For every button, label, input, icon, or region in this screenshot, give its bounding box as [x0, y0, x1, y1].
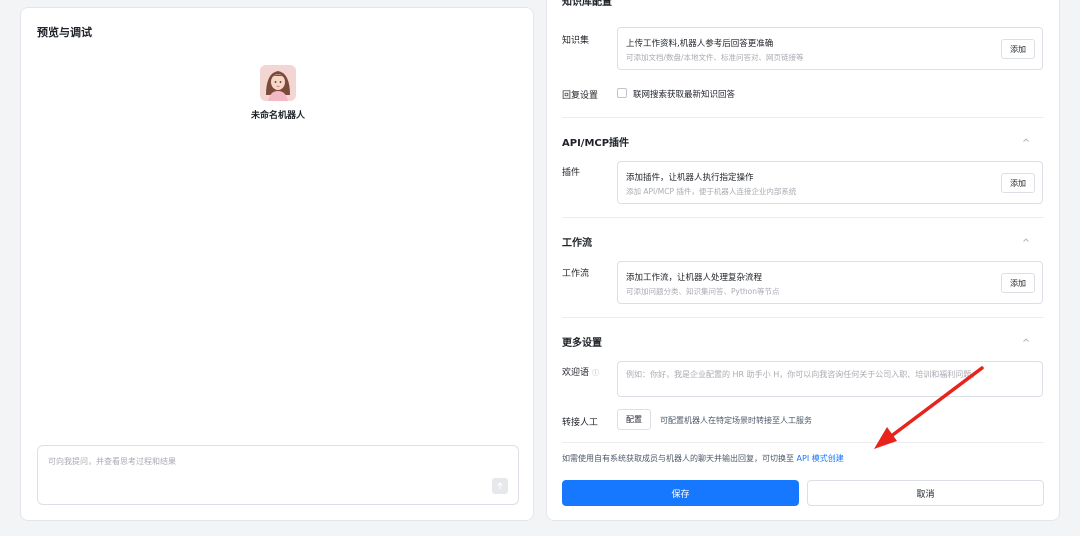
divider: [562, 117, 1044, 118]
bot-name: 未命名机器人: [250, 111, 305, 121]
bot-avatar: [260, 65, 296, 101]
api-mode-link[interactable]: API 模式创建: [797, 454, 844, 463]
web-search-checkbox-label[interactable]: 联网搜索获取最新知识回答: [633, 88, 735, 100]
knowledge-card-title: 上传工作资料,机器人参考后回答更准确: [626, 39, 774, 49]
chat-input-placeholder: 可向我提问，并查看思考过程和结果: [48, 457, 176, 466]
plugins-label: 插件: [562, 168, 581, 178]
divider: [562, 217, 1044, 218]
api-mode-note: 如需使用自有系统获取成员与机器人的聊天并输出回复，可切换至 API 模式创建: [562, 453, 844, 464]
cancel-button[interactable]: 取消: [807, 480, 1044, 506]
preview-title: 预览与调试: [37, 26, 92, 39]
knowledge-card-subtitle: 可添加文档/数盘/本地文件、标准问答对、网页链接等: [626, 53, 804, 62]
transfer-config-description: 可配置机器人在特定场景时转接至人工服务: [660, 416, 812, 425]
welcome-message-input[interactable]: 例如：你好，我是企业配置的 HR 助手小 H，你可以向我咨询任何关于公司入职、培…: [617, 361, 1043, 397]
arrow-up-icon: [497, 482, 503, 489]
knowledge-card: 上传工作资料,机器人参考后回答更准确 可添加文档/数盘/本地文件、标准问答对、网…: [617, 27, 1043, 70]
workflow-card-title: 添加工作流，让机器人处理复杂流程: [626, 273, 763, 283]
workflow-add-button[interactable]: 添加: [1001, 273, 1035, 293]
plugins-card-subtitle: 添加 API/MCP 插件，便于机器人连接企业内部系统: [626, 187, 797, 196]
config-panel: 知识库配置 知识集 上传工作资料,机器人参考后回答更准确 可添加文档/数盘/本地…: [546, 0, 1060, 521]
send-button[interactable]: [492, 478, 508, 494]
web-search-checkbox[interactable]: [617, 88, 627, 98]
chevron-up-icon[interactable]: [1021, 335, 1031, 345]
save-button[interactable]: 保存: [562, 480, 799, 506]
knowledge-add-button[interactable]: 添加: [1001, 39, 1035, 59]
welcome-message-placeholder: 例如：你好，我是企业配置的 HR 助手小 H，你可以向我咨询任何关于公司入职、培…: [626, 370, 980, 379]
plugins-card: 添加插件，让机器人执行指定操作 添加 API/MCP 插件，便于机器人连接企业内…: [617, 161, 1043, 204]
section-title-knowledge: 知识库配置: [562, 0, 612, 8]
section-title-plugins: API/MCP插件: [562, 138, 630, 149]
info-icon[interactable]: ⓘ: [592, 368, 599, 378]
transfer-config-button[interactable]: 配置: [617, 409, 651, 430]
transfer-human-label: 转接人工: [562, 418, 599, 428]
workflow-card-subtitle: 可添加问题分类、知识集问答、Python等节点: [626, 287, 780, 296]
plugins-add-button[interactable]: 添加: [1001, 173, 1035, 193]
divider: [562, 442, 1044, 443]
welcome-label: 欢迎语 ⓘ: [562, 365, 599, 378]
welcome-label-text: 欢迎语: [562, 368, 590, 378]
section-title-more-settings: 更多设置: [562, 338, 602, 349]
api-mode-note-text: 如需使用自有系统获取成员与机器人的聊天并输出回复，可切换至: [562, 454, 794, 463]
chevron-up-icon[interactable]: [1021, 135, 1031, 145]
chevron-up-icon[interactable]: [1021, 235, 1031, 245]
workflow-label: 工作流: [562, 269, 590, 279]
workflow-card: 添加工作流，让机器人处理复杂流程 可添加问题分类、知识集问答、Python等节点…: [617, 261, 1043, 304]
divider: [562, 317, 1044, 318]
section-title-workflow: 工作流: [562, 238, 592, 249]
knowledge-set-label: 知识集: [562, 36, 590, 46]
chat-input[interactable]: 可向我提问，并查看思考过程和结果: [37, 445, 519, 505]
avatar-image-icon: [260, 65, 296, 101]
reply-settings-label: 回复设置: [562, 91, 599, 101]
plugins-card-title: 添加插件，让机器人执行指定操作: [626, 173, 754, 183]
preview-panel: 预览与调试 未命名机器人 可向我提问，并查看思考过程和结果: [20, 7, 534, 521]
